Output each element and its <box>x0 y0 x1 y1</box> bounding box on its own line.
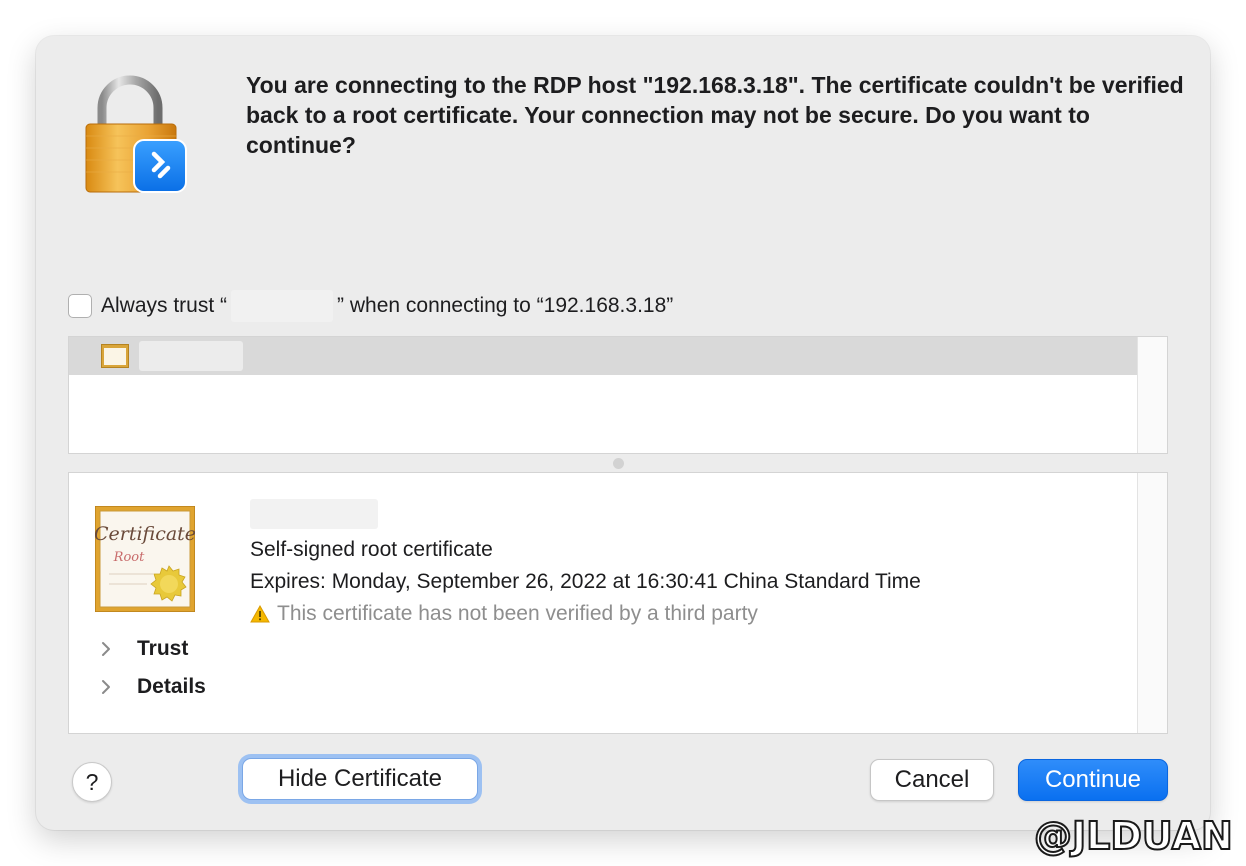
certificate-icon-title: Certificate <box>95 523 195 545</box>
redacted-certificate-name <box>231 290 334 322</box>
help-button[interactable]: ? <box>72 762 112 802</box>
continue-button[interactable]: Continue <box>1018 759 1168 801</box>
details-section-label: Details <box>137 675 206 698</box>
split-view-handle[interactable] <box>613 458 624 469</box>
certificate-dialog: You are connecting to the RDP host "192.… <box>36 36 1210 830</box>
always-trust-label-suffix: ” when connecting to “192.168.3.18” <box>337 294 674 317</box>
trust-section-label: Trust <box>137 637 189 660</box>
redacted-certificate-name <box>250 499 378 529</box>
chevron-right-icon <box>101 641 123 657</box>
redacted-certificate-name <box>139 341 243 371</box>
certificate-details-panel: Certificate Root Self-signed root certif… <box>68 472 1168 734</box>
certificate-expiry: Expires: Monday, September 26, 2022 at 1… <box>250 570 921 593</box>
details-scrollbar[interactable] <box>1137 473 1167 733</box>
hide-certificate-button[interactable]: Hide Certificate <box>242 758 478 800</box>
certificate-list-item[interactable] <box>69 337 1137 375</box>
certificate-info: Self-signed root certificate Expires: Mo… <box>250 499 921 630</box>
trust-disclosure[interactable]: Trust <box>101 637 188 661</box>
list-scrollbar[interactable] <box>1137 337 1167 453</box>
certificate-chain-list <box>68 336 1168 454</box>
certificate-type: Self-signed root certificate <box>250 538 493 561</box>
certificate-warning: This certificate has not been verified b… <box>250 598 921 630</box>
always-trust-row: Always trust “ ” when connecting to “192… <box>68 290 674 322</box>
watermark: @JLDUAN <box>1033 813 1234 859</box>
always-trust-label-prefix: Always trust “ <box>101 294 228 317</box>
cancel-button[interactable]: Cancel <box>870 759 994 801</box>
warning-triangle-icon <box>250 605 270 623</box>
always-trust-checkbox[interactable] <box>68 294 92 318</box>
details-disclosure[interactable]: Details <box>101 675 206 699</box>
certificate-warning-text: This certificate has not been verified b… <box>277 602 758 625</box>
dialog-message: You are connecting to the RDP host "192.… <box>246 72 1184 158</box>
certificate-icon <box>101 344 129 368</box>
chevron-right-icon <box>101 679 123 695</box>
certificate-icon-subtitle: Root <box>113 550 145 565</box>
padlock-remote-desktop-icon <box>85 75 187 193</box>
certificate-large-icon: Certificate Root <box>95 506 195 612</box>
